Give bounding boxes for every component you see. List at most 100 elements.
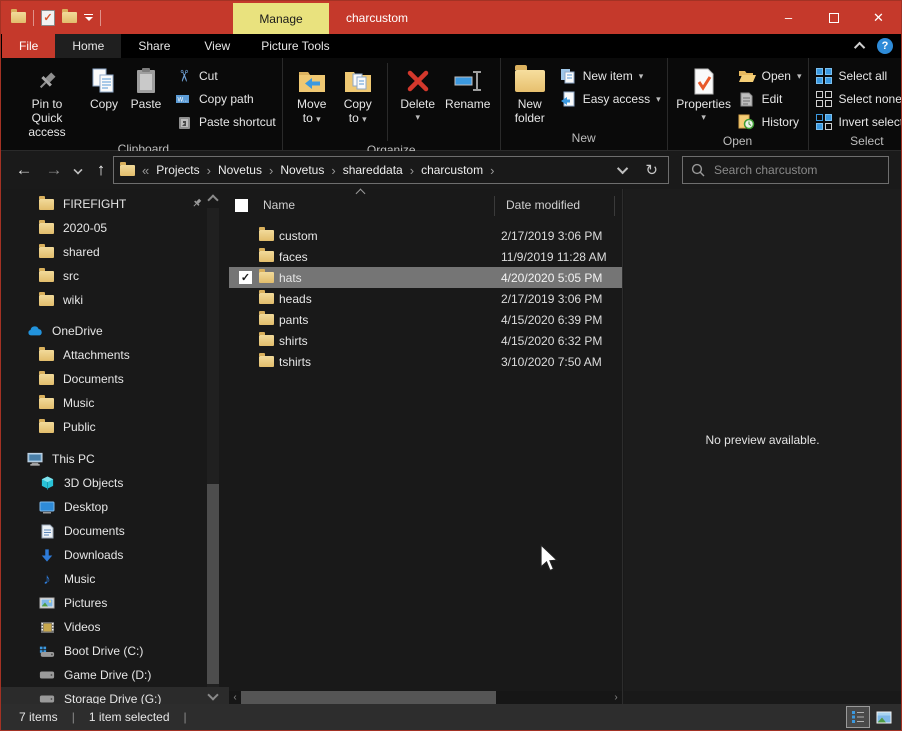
scroll-down-icon[interactable]: [207, 689, 218, 700]
select-none-button[interactable]: Select none: [815, 89, 902, 109]
refresh-icon[interactable]: ↻: [645, 161, 658, 179]
sidebar-item-storage-drive-g[interactable]: Storage Drive (G:): [1, 687, 229, 704]
sidebar-scrollbar[interactable]: [207, 194, 219, 701]
sidebar-item-music[interactable]: ♪ Music: [1, 567, 229, 591]
cut-button[interactable]: ✂ Cut: [175, 66, 276, 86]
sidebar-item-game-drive-d[interactable]: Game Drive (D:): [1, 663, 229, 687]
close-button[interactable]: ✕: [856, 1, 901, 34]
breadcrumb-novetus-2[interactable]: Novetus: [280, 163, 324, 177]
file-row-hats[interactable]: ✓ hats 4/20/2020 5:05 PM: [229, 267, 622, 288]
customize-dropdown-icon[interactable]: [84, 14, 93, 21]
sidebar-item-videos[interactable]: Videos: [1, 615, 229, 639]
chevron-right-icon[interactable]: ›: [490, 163, 494, 178]
chevron-right-icon[interactable]: ›: [207, 163, 211, 178]
properties-button[interactable]: Properties ▾: [674, 63, 734, 123]
sidebar-item-documents[interactable]: Documents: [1, 519, 229, 543]
file-menu-button[interactable]: File: [2, 34, 55, 58]
horizontal-scrollbar[interactable]: ‹ ›: [229, 691, 622, 704]
tab-view[interactable]: View: [187, 34, 247, 58]
tab-home[interactable]: Home: [55, 34, 121, 58]
sidebar-item-downloads[interactable]: Downloads: [1, 543, 229, 567]
file-row-heads[interactable]: heads 2/17/2019 3:06 PM: [229, 288, 622, 309]
manage-contextual-tab[interactable]: Manage: [233, 3, 329, 34]
column-divider[interactable]: [614, 196, 615, 216]
move-to-button[interactable]: Moveto ▾: [289, 63, 335, 127]
sidebar-item-documents-onedrive[interactable]: Documents: [1, 367, 229, 391]
breadcrumb-novetus[interactable]: Novetus: [218, 163, 262, 177]
invert-selection-button[interactable]: Invert selection: [815, 112, 902, 132]
breadcrumb-charcustom[interactable]: charcustom: [421, 163, 483, 177]
sidebar-item-3d-objects[interactable]: 3D Objects: [1, 471, 229, 495]
sidebar-item-wiki[interactable]: wiki: [1, 288, 229, 312]
maximize-button[interactable]: [811, 1, 856, 34]
delete-button[interactable]: Delete ▾: [394, 63, 442, 123]
help-icon[interactable]: ?: [877, 38, 893, 54]
row-checkbox-checked[interactable]: ✓: [239, 271, 252, 284]
sidebar-item-src[interactable]: src: [1, 264, 229, 288]
paste-shortcut-button[interactable]: Paste shortcut: [175, 112, 276, 132]
copy-path-button[interactable]: W... Copy path: [175, 89, 276, 109]
sidebar-item-music-onedrive[interactable]: Music: [1, 391, 229, 415]
minimize-button[interactable]: –: [766, 1, 811, 34]
column-header-name[interactable]: Name: [263, 198, 295, 212]
tab-share[interactable]: Share: [121, 34, 187, 58]
scrollbar-track[interactable]: [241, 691, 610, 704]
scroll-up-icon[interactable]: [207, 194, 218, 205]
breadcrumb-shareddata[interactable]: shareddata: [343, 163, 403, 177]
history-button[interactable]: History: [738, 112, 802, 132]
search-box[interactable]: [682, 156, 889, 184]
sidebar-item-shared[interactable]: shared: [1, 240, 229, 264]
chevron-right-icon[interactable]: ›: [269, 163, 273, 178]
back-button[interactable]: ←: [11, 151, 37, 189]
file-row-shirts[interactable]: shirts 4/15/2020 6:32 PM: [229, 330, 622, 351]
sidebar-item-public[interactable]: Public: [1, 415, 229, 439]
search-input[interactable]: [714, 163, 864, 177]
chevron-right-icon[interactable]: ›: [331, 163, 335, 178]
scrollbar-thumb[interactable]: [241, 691, 496, 704]
scroll-right-icon[interactable]: ›: [610, 691, 622, 704]
tab-picture-tools[interactable]: Picture Tools: [247, 34, 343, 58]
pin-to-quick-access-button[interactable]: Pin to Quickaccess: [11, 63, 83, 140]
new-item-button[interactable]: New item ▾: [559, 66, 661, 86]
details-view-button[interactable]: [846, 706, 870, 728]
forward-button[interactable]: →: [41, 151, 67, 189]
thumbnail-view-button[interactable]: [872, 706, 896, 728]
recent-locations-icon[interactable]: [69, 151, 87, 189]
open-button[interactable]: Open ▾: [738, 66, 802, 86]
column-header-date-modified[interactable]: Date modified: [506, 198, 580, 212]
column-divider[interactable]: [494, 196, 495, 216]
file-row-tshirts[interactable]: tshirts 3/10/2020 7:50 AM: [229, 351, 622, 372]
select-all-button[interactable]: Select all: [815, 66, 902, 86]
copy-button[interactable]: Copy: [83, 63, 125, 113]
properties-check-icon[interactable]: ✓: [41, 10, 55, 26]
breadcrumb-projects[interactable]: Projects: [156, 163, 199, 177]
new-folder-icon[interactable]: [62, 12, 77, 23]
file-row-custom[interactable]: custom 2/17/2019 3:06 PM: [229, 225, 622, 246]
up-button[interactable]: ↑: [89, 151, 113, 189]
sidebar-item-boot-drive-c[interactable]: Boot Drive (C:): [1, 639, 229, 663]
collapse-ribbon-icon[interactable]: [854, 42, 865, 53]
new-folder-button[interactable]: Newfolder: [507, 63, 553, 127]
scrollbar-thumb[interactable]: [207, 484, 219, 684]
sidebar-item-onedrive[interactable]: OneDrive: [1, 319, 229, 343]
sidebar-item-pictures[interactable]: Pictures: [1, 591, 229, 615]
address-bar[interactable]: « Projects › Novetus › Novetus › sharedd…: [113, 156, 669, 184]
breadcrumb-overflow-icon[interactable]: «: [142, 163, 149, 178]
easy-access-button[interactable]: Easy access ▾: [559, 89, 661, 109]
file-row-pants[interactable]: pants 4/15/2020 6:39 PM: [229, 309, 622, 330]
address-dropdown-icon[interactable]: [617, 163, 628, 174]
sidebar-item-firefight[interactable]: FIREFIGHT: [1, 192, 229, 216]
paste-button[interactable]: Paste: [125, 63, 167, 113]
sidebar-item-2020-05[interactable]: 2020-05: [1, 216, 229, 240]
sidebar-item-attachments[interactable]: Attachments: [1, 343, 229, 367]
sidebar-item-this-pc[interactable]: This PC: [1, 447, 229, 471]
scrollbar-track[interactable]: [207, 208, 219, 687]
file-row-faces[interactable]: faces 11/9/2019 11:28 AM: [229, 246, 622, 267]
chevron-right-icon[interactable]: ›: [410, 163, 414, 178]
select-all-checkbox[interactable]: [235, 199, 248, 212]
rename-button[interactable]: Rename: [442, 63, 494, 113]
edit-button[interactable]: Edit: [738, 89, 802, 109]
copy-to-button[interactable]: Copyto ▾: [335, 63, 381, 127]
sidebar-item-desktop[interactable]: Desktop: [1, 495, 229, 519]
scroll-left-icon[interactable]: ‹: [229, 691, 241, 704]
